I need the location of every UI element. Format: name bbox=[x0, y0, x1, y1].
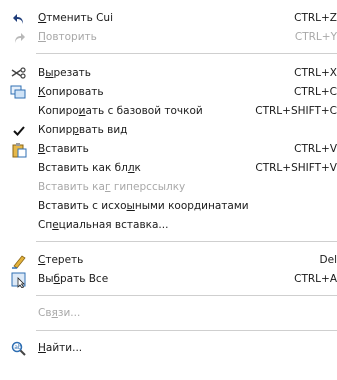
paste-icon bbox=[10, 141, 27, 158]
menu-item-label: Отменить Cui bbox=[38, 12, 113, 24]
menu-item-label: Копироиать с базовой точкой bbox=[38, 105, 203, 117]
menu-item-paste-special[interactable]: Специальная вставка... bbox=[0, 216, 337, 235]
menu-item-shortcut: CTRL+Y bbox=[294, 31, 337, 43]
menu-item-paste-as-block[interactable]: Вставить как бллк CTRL+SHIFT+V bbox=[0, 159, 337, 178]
menu-item-label: Повторить bbox=[38, 31, 97, 43]
menu-separator bbox=[36, 295, 337, 296]
menu-item-shortcut: CTRL+SHIFT+V bbox=[255, 162, 337, 174]
menu-item-shortcut: CTRL+C bbox=[293, 86, 337, 98]
redo-icon bbox=[10, 29, 27, 46]
menu-separator bbox=[36, 53, 337, 54]
menu-item-paste-original-coords[interactable]: Вставить с исхоыными координатами bbox=[0, 197, 337, 216]
menu-item-label: Стереть bbox=[38, 254, 84, 266]
menu-item-label: Вставить как бллк bbox=[38, 162, 141, 174]
menu-item-label: Вставить с исхоыными координатами bbox=[38, 200, 249, 212]
menu-item-shortcut: CTRL+V bbox=[294, 143, 337, 155]
menu-item-shortcut: CTRL+A bbox=[294, 273, 337, 285]
menu-item-undo[interactable]: Отменить Cui CTRL+Z bbox=[0, 9, 337, 28]
menu-item-label: Вставить каг гиперссылку bbox=[38, 181, 186, 193]
menu-item-links[interactable]: Связи... bbox=[0, 304, 337, 323]
menu-item-label: Копировать bbox=[38, 86, 104, 98]
menu-item-label: Вставить bbox=[38, 143, 89, 155]
eraser-icon bbox=[10, 252, 27, 269]
menu-item-copy[interactable]: Копировать CTRL+C bbox=[0, 83, 337, 102]
menu-item-label: Выбрать Все bbox=[38, 273, 109, 285]
scissors-icon bbox=[10, 65, 27, 82]
menu-separator bbox=[36, 241, 337, 242]
menu-item-shortcut: CTRL+X bbox=[294, 67, 337, 79]
copy-icon bbox=[10, 84, 27, 101]
edit-context-menu: Отменить Cui CTRL+Z Повторить CTRL+Y Выр… bbox=[0, 0, 337, 380]
menu-item-shortcut: Del bbox=[319, 254, 337, 266]
menu-item-paste[interactable]: Вставить CTRL+V bbox=[0, 140, 337, 159]
menu-item-label: Копиррвать вид bbox=[38, 124, 128, 136]
menu-item-redo[interactable]: Повторить CTRL+Y bbox=[0, 28, 337, 47]
svg-text:ab: ab bbox=[14, 344, 22, 351]
undo-icon bbox=[10, 10, 27, 27]
menu-item-find[interactable]: ab Найти... bbox=[0, 339, 337, 358]
menu-item-erase[interactable]: Стереть Del bbox=[0, 251, 337, 270]
menu-item-copy-with-base-point[interactable]: Копироиать с базовой точкой CTRL+SHIFT+C bbox=[0, 102, 337, 121]
menu-item-label: Найти... bbox=[38, 342, 83, 354]
menu-item-label: Связи... bbox=[38, 307, 81, 319]
menu-item-select-all[interactable]: Выбрать Все CTRL+A bbox=[0, 270, 337, 289]
find-icon: ab bbox=[10, 340, 27, 357]
select-all-icon bbox=[10, 271, 27, 288]
menu-item-cut[interactable]: Вырезать CTRL+X bbox=[0, 64, 337, 83]
menu-item-label: Специальная вставка... bbox=[38, 219, 169, 231]
menu-item-shortcut: CTRL+Z bbox=[294, 12, 337, 24]
menu-separator bbox=[36, 330, 337, 331]
menu-item-label: Вырезать bbox=[38, 67, 91, 79]
menu-item-copy-view[interactable]: Копиррвать вид bbox=[0, 121, 337, 140]
checkmark-icon bbox=[10, 122, 27, 139]
menu-item-paste-as-hyperlink[interactable]: Вставить каг гиперссылку bbox=[0, 178, 337, 197]
menu-item-shortcut: CTRL+SHIFT+C bbox=[255, 105, 337, 117]
